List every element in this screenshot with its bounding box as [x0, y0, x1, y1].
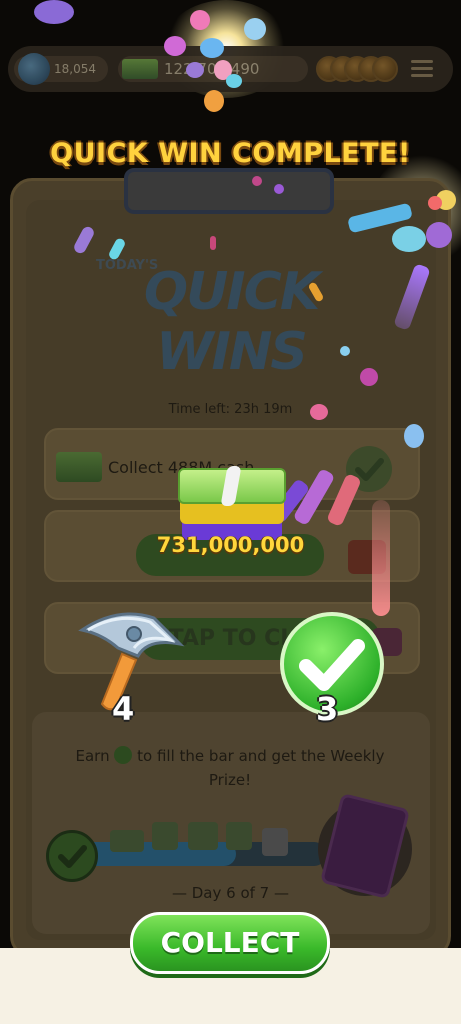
confetti: [310, 404, 328, 420]
cash-icon: [122, 59, 158, 79]
confetti: [34, 0, 74, 24]
collect-button[interactable]: COLLECT: [130, 912, 330, 974]
confetti: [252, 176, 262, 186]
gem-count: 18,054: [54, 62, 96, 76]
confetti: [360, 368, 378, 386]
confetti: [226, 74, 242, 88]
check-count: 3: [316, 690, 339, 728]
menu-icon[interactable]: [408, 58, 436, 80]
dice-icon: [262, 828, 288, 856]
milestone-icon: [152, 822, 178, 850]
cash-icon: [56, 452, 102, 482]
check-icon: [46, 830, 98, 882]
day-counter: — Day 6 of 7 —: [171, 884, 289, 902]
coin-row[interactable]: [316, 56, 400, 82]
cash-reward-amount: 731,000,000: [156, 533, 305, 557]
weekly-prize-text: Earn to fill the bar and get the Weekly …: [60, 744, 400, 792]
milestone-icon: [188, 822, 218, 850]
quick-wins-logo: QUICK WINS: [143, 262, 320, 382]
earn-text-rest: to fill the bar and get the Weekly Prize…: [137, 747, 385, 789]
confetti: [340, 346, 350, 356]
gem-icon: [18, 53, 50, 85]
confetti: [200, 38, 224, 58]
time-left: Time left: 23h 19m: [168, 402, 293, 417]
milestone-icon: [226, 822, 252, 850]
confetti: [204, 90, 224, 112]
confetti: [274, 184, 284, 194]
confetti: [164, 36, 186, 56]
hammer-count: 4: [112, 690, 135, 728]
confetti: [186, 62, 204, 78]
confetti: [428, 196, 442, 210]
clipboard-clip: [124, 168, 334, 214]
quick-win-complete-banner: QUICK WIN COMPLETE!: [50, 138, 411, 169]
cash-counter[interactable]: 122,702,490: [118, 56, 308, 82]
earn-text: Earn: [75, 747, 110, 765]
gem-counter[interactable]: 18,054: [14, 53, 108, 85]
check-icon: [114, 746, 133, 764]
confetti: [210, 236, 216, 250]
coin-icon: [372, 56, 398, 82]
cash-icon: [110, 830, 144, 852]
cash-stack-icon: [178, 466, 288, 540]
confetti: [372, 500, 390, 616]
confetti: [426, 222, 452, 248]
confetti: [244, 18, 266, 40]
cash-count: 122,702,490: [164, 60, 260, 78]
confetti: [392, 226, 426, 252]
confetti: [190, 10, 210, 30]
confetti: [404, 424, 424, 448]
